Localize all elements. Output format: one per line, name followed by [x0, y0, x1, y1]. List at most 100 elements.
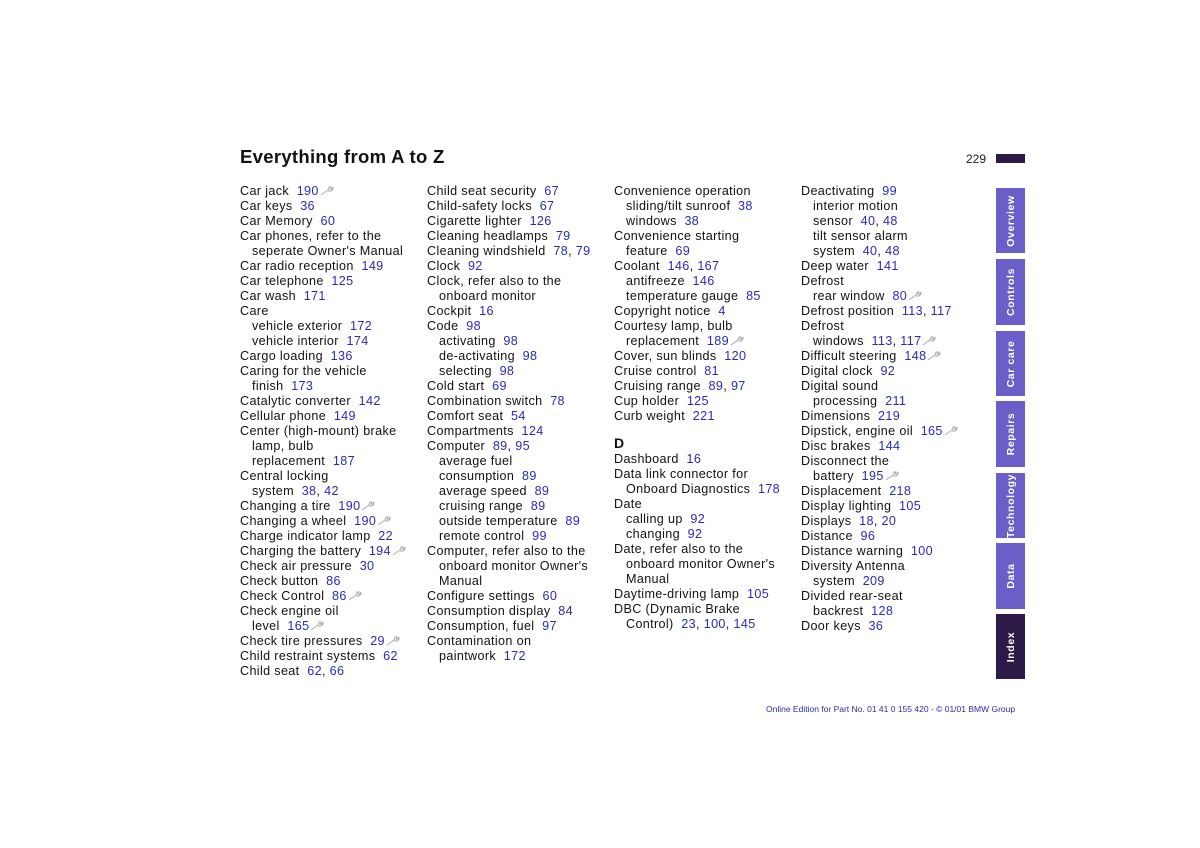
page-link[interactable]: 60 [543, 589, 558, 603]
page-link[interactable]: 67 [544, 184, 559, 198]
page-link[interactable]: 89 [565, 514, 580, 528]
page-link[interactable]: 173 [291, 379, 313, 393]
page-link[interactable]: 97 [542, 619, 557, 633]
page-link[interactable]: 78 [550, 394, 565, 408]
page-link[interactable]: 178 [758, 482, 780, 496]
page-link[interactable]: 209 [863, 574, 885, 588]
page-link[interactable]: 38 [738, 199, 753, 213]
page-link[interactable]: 36 [300, 199, 315, 213]
page-link[interactable]: 145 [733, 617, 755, 631]
page-link[interactable]: 172 [504, 649, 526, 663]
page-link[interactable]: 96 [861, 529, 876, 543]
page-link[interactable]: 142 [359, 394, 381, 408]
page-link[interactable]: 81 [704, 364, 719, 378]
page-link[interactable]: 48 [885, 244, 900, 258]
page-link[interactable]: 30 [360, 559, 375, 573]
page-link[interactable]: 195 [862, 469, 884, 483]
tab-car-care[interactable]: Car care [996, 331, 1025, 396]
page-link[interactable]: 221 [693, 409, 715, 423]
page-link[interactable]: 167 [697, 259, 719, 273]
page-link[interactable]: 189 [707, 334, 729, 348]
page-link[interactable]: 141 [877, 259, 899, 273]
page-link[interactable]: 211 [885, 394, 906, 408]
page-link[interactable]: 36 [869, 619, 884, 633]
page-link[interactable]: 89 [709, 379, 724, 393]
page-link[interactable]: 60 [320, 214, 335, 228]
page-link[interactable]: 85 [746, 289, 761, 303]
tab-controls[interactable]: Controls [996, 259, 1025, 325]
page-link[interactable]: 66 [330, 664, 345, 678]
page-link[interactable]: 23 [681, 617, 696, 631]
tab-overview[interactable]: Overview [996, 188, 1025, 253]
page-link[interactable]: 146 [668, 259, 690, 273]
page-link[interactable]: 117 [900, 334, 921, 348]
page-link[interactable]: 113 [902, 304, 923, 318]
page-link[interactable]: 190 [297, 184, 319, 198]
page-link[interactable]: 48 [883, 214, 898, 228]
page-link[interactable]: 62 [383, 649, 398, 663]
page-link[interactable]: 38 [684, 214, 699, 228]
page-link[interactable]: 190 [354, 514, 376, 528]
page-link[interactable]: 62 [307, 664, 322, 678]
page-link[interactable]: 84 [558, 604, 573, 618]
page-link[interactable]: 20 [882, 514, 897, 528]
page-link[interactable]: 78 [553, 244, 568, 258]
page-link[interactable]: 125 [331, 274, 353, 288]
page-link[interactable]: 194 [369, 544, 391, 558]
page-link[interactable]: 124 [522, 424, 544, 438]
tab-repairs[interactable]: Repairs [996, 401, 1025, 467]
tab-technology[interactable]: Technology [996, 473, 1025, 538]
page-link[interactable]: 187 [333, 454, 355, 468]
page-link[interactable]: 29 [370, 634, 385, 648]
page-link[interactable]: 54 [511, 409, 526, 423]
page-link[interactable]: 80 [892, 289, 907, 303]
page-link[interactable]: 128 [871, 604, 893, 618]
page-link[interactable]: 149 [361, 259, 383, 273]
page-link[interactable]: 165 [287, 619, 309, 633]
page-link[interactable]: 99 [882, 184, 897, 198]
page-link[interactable]: 16 [479, 304, 494, 318]
page-link[interactable]: 79 [576, 244, 591, 258]
page-link[interactable]: 89 [493, 439, 508, 453]
page-link[interactable]: 117 [931, 304, 952, 318]
page-link[interactable]: 69 [675, 244, 690, 258]
page-link[interactable]: 146 [693, 274, 715, 288]
page-link[interactable]: 18 [859, 514, 874, 528]
page-link[interactable]: 16 [686, 452, 701, 466]
tab-index[interactable]: Index [996, 614, 1025, 679]
page-link[interactable]: 38 [302, 484, 317, 498]
page-link[interactable]: 92 [690, 512, 705, 526]
page-link[interactable]: 22 [378, 529, 393, 543]
page-link[interactable]: 165 [921, 424, 943, 438]
page-link[interactable]: 69 [492, 379, 507, 393]
page-link[interactable]: 79 [556, 229, 571, 243]
page-link[interactable]: 144 [878, 439, 900, 453]
page-link[interactable]: 105 [899, 499, 921, 513]
page-link[interactable]: 125 [687, 394, 709, 408]
page-link[interactable]: 98 [500, 364, 515, 378]
page-link[interactable]: 174 [347, 334, 369, 348]
page-link[interactable]: 40 [863, 244, 878, 258]
page-link[interactable]: 100 [704, 617, 726, 631]
page-link[interactable]: 89 [522, 469, 537, 483]
page-link[interactable]: 120 [724, 349, 746, 363]
page-link[interactable]: 113 [871, 334, 892, 348]
page-link[interactable]: 148 [904, 349, 926, 363]
page-link[interactable]: 92 [468, 259, 483, 273]
page-link[interactable]: 98 [503, 334, 518, 348]
page-link[interactable]: 98 [523, 349, 538, 363]
page-link[interactable]: 105 [747, 587, 769, 601]
page-link[interactable]: 4 [718, 304, 725, 318]
page-link[interactable]: 100 [911, 544, 933, 558]
page-link[interactable]: 99 [532, 529, 547, 543]
page-link[interactable]: 218 [889, 484, 911, 498]
tab-data[interactable]: Data [996, 543, 1025, 609]
page-link[interactable]: 136 [331, 349, 353, 363]
page-link[interactable]: 126 [530, 214, 552, 228]
page-link[interactable]: 86 [332, 589, 347, 603]
page-link[interactable]: 86 [326, 574, 341, 588]
page-link[interactable]: 67 [540, 199, 555, 213]
page-link[interactable]: 40 [861, 214, 876, 228]
page-link[interactable]: 98 [466, 319, 481, 333]
page-link[interactable]: 172 [350, 319, 372, 333]
